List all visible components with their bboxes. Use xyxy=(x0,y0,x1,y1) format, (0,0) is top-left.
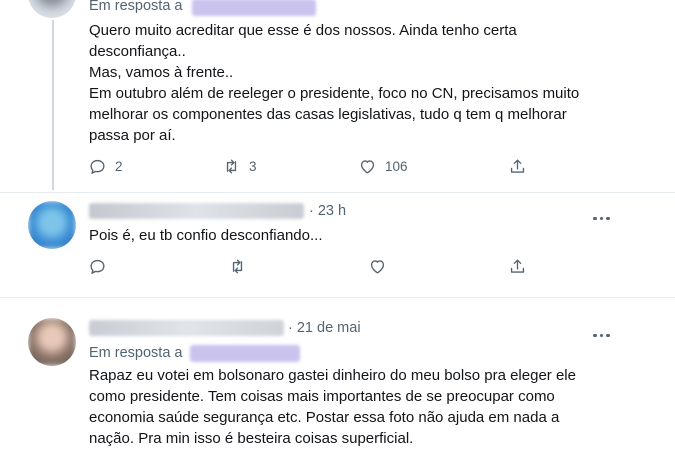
tweet-text: Pois é, eu tb confio desconfiando... xyxy=(89,227,323,244)
mention-link[interactable] xyxy=(192,0,316,16)
share-icon xyxy=(510,159,525,173)
mention-link[interactable] xyxy=(190,345,300,362)
share-button[interactable] xyxy=(508,257,527,276)
retweet-icon xyxy=(232,259,243,274)
more-icon[interactable] xyxy=(593,324,613,342)
like-count: 106 xyxy=(385,159,408,174)
avatar[interactable] xyxy=(28,318,76,366)
more-icon[interactable] xyxy=(593,207,613,225)
thread-line xyxy=(52,20,54,190)
tweet-text: Rapaz eu votei em bolsonaro gastei dinhe… xyxy=(89,367,576,447)
retweet-count: 3 xyxy=(249,159,257,174)
reply-button[interactable] xyxy=(88,257,107,276)
reply-count: 2 xyxy=(115,159,123,174)
avatar[interactable] xyxy=(28,201,76,249)
reply-button[interactable]: 2 xyxy=(88,157,123,176)
retweet-icon xyxy=(226,159,237,174)
like-button[interactable] xyxy=(368,257,387,276)
heart-icon xyxy=(360,160,375,174)
tweet-text: Quero muito acreditar que esse é dos nos… xyxy=(89,22,580,144)
user-name[interactable] xyxy=(89,203,304,219)
user-name[interactable] xyxy=(89,320,284,336)
tweet-time[interactable]: · 21 de mai xyxy=(288,320,361,336)
retweet-button[interactable] xyxy=(228,257,247,276)
share-button[interactable] xyxy=(508,157,527,176)
reply-label: Em resposta a xyxy=(89,0,183,14)
avatar[interactable] xyxy=(28,0,76,18)
retweet-button[interactable]: 3 xyxy=(222,157,257,176)
divider xyxy=(0,192,675,193)
share-icon xyxy=(510,259,525,273)
reply-icon xyxy=(90,159,105,174)
tweet-time[interactable]: · 23 h xyxy=(309,203,346,219)
divider xyxy=(0,297,675,298)
like-button[interactable]: 106 xyxy=(358,157,408,176)
heart-icon xyxy=(370,260,385,274)
reply-label: Em resposta a xyxy=(89,345,183,361)
reply-icon xyxy=(90,259,105,274)
